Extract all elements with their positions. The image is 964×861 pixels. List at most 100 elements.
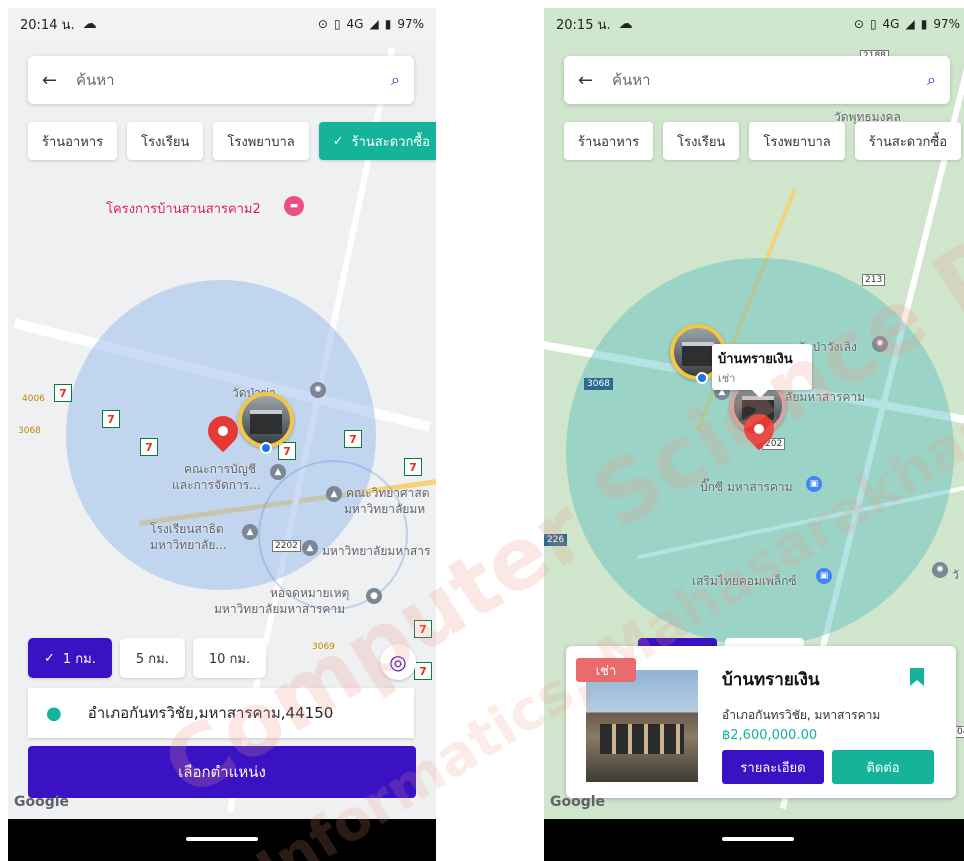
select-location-button[interactable]: เลือกตำแหน่ง [28,746,416,798]
location-icon: ⊙ [317,17,328,31]
phone-screen-left: 20:14 น. ☁ ⊙ ▯ 4G ◢ ▮ 97% โครงการบ้านสวน… [8,8,436,861]
crosshair-icon: ◎ [389,650,407,674]
chip-hospital[interactable]: โรงพยาบาล [749,122,845,160]
my-location-dot [260,442,272,454]
distance-selector: ✓ 1 กม. 5 กม. 10 กม. [28,638,267,678]
convenience-store-icon[interactable]: 7 [140,438,158,456]
temple-icon[interactable]: ✺ [932,562,948,578]
map-label-accounting-2: และการจัดการ... [172,478,261,492]
select-location-label: เลือกตำแหน่ง [178,763,266,781]
address-field[interactable]: ● อำเภอกันทรวิชัย,มหาสารคาม,44150 [28,688,414,738]
chip-school[interactable]: โรงเรียน [663,122,740,160]
status-time: 20:14 น. [20,17,75,33]
check-icon: ✓ [44,650,55,666]
distance-5km-button[interactable]: 5 กม. [119,638,185,678]
bookmark-icon[interactable] [910,668,924,686]
school-icon[interactable]: ▲ [326,486,342,502]
signal-icon: ◢ [905,17,915,31]
search-input[interactable] [76,71,392,89]
map-pin-icon: ● [46,702,62,724]
navigation-bar [8,819,436,861]
hotel-icon[interactable]: ▬ [284,196,304,216]
distance-1km-button[interactable]: ✓ 1 กม. [28,638,112,678]
chip-hospital[interactable]: โรงพยาบาล [213,122,309,160]
address-text: อำเภอกันทรวิชัย,มหาสารคาม,44150 [87,704,334,722]
convenience-store-icon[interactable]: 7 [414,620,432,638]
status-bar: 20:15 น. ☁ ⊙ ▯ 4G ◢ ▮ 97% [544,8,964,40]
chip-label: โรงเรียน [141,134,190,150]
home-indicator[interactable] [186,837,258,841]
search-icon[interactable]: ⌕ [391,70,400,90]
chip-school[interactable]: โรงเรียน [127,122,204,160]
back-arrow-icon[interactable]: ← [578,70,602,91]
convenience-store-icon[interactable]: 7 [404,458,422,476]
property-price: ฿2,600,000.00 [722,728,818,743]
chip-convenience-store[interactable]: ✓ ร้านสะดวกซื้อ [318,122,436,160]
chip-restaurant[interactable]: ร้านอาหาร [28,122,118,160]
battery-icon: ▮ [384,17,392,31]
check-icon: ✓ [332,133,344,149]
map-label-demo-school-2: มหาวิทยาลัย... [150,538,227,552]
battery-level: 97% [397,17,424,31]
temple-icon[interactable]: ✺ [310,382,326,398]
chip-convenience-store[interactable]: ร้านสะดวกซื้อ [854,122,962,160]
tooltip-subtitle: เช่า [718,372,736,385]
school-icon[interactable]: ▲ [302,540,318,556]
my-location-button[interactable]: ◎ [380,644,416,680]
details-button[interactable]: รายละเอียด [722,750,824,784]
distance-label: 10 กม. [208,651,251,667]
phone-screen-right: 20:15 น. ☁ ⊙ ▯ 4G ◢ ▮ 97% วัดพุทธมงคล วั… [544,8,964,861]
temple-icon[interactable]: ✺ [872,336,888,352]
chip-label: ร้านอาหาร [578,134,640,150]
contact-button[interactable]: ติดต่อ [832,750,934,784]
road-number: 3068 [584,378,613,390]
property-card[interactable]: เช่า บ้านทรายเงิน อำเภอกันทรวิชัย, มหาสา… [566,646,956,798]
school-icon[interactable]: ▲ [242,524,258,540]
chip-label: โรงพยาบาล [227,134,295,150]
navigation-bar [544,819,964,861]
distance-10km-button[interactable]: 10 กม. [192,638,267,678]
road-number: 226 [544,534,568,546]
road-number: 213 [862,274,886,286]
map-label-bigc: บิ๊กซี มหาสารคาม [700,480,793,494]
search-bar[interactable]: ← ⌕ [28,56,414,104]
convenience-store-icon[interactable]: 7 [414,662,432,680]
school-icon[interactable]: ▲ [270,464,286,480]
property-photo[interactable] [586,670,698,782]
signal-icon: ◢ [369,17,379,31]
property-marker[interactable] [238,392,294,448]
convenience-store-icon[interactable]: 7 [54,384,72,402]
search-bar[interactable]: ← ⌕ [564,56,950,104]
status-time: 20:15 น. [556,17,611,33]
chip-restaurant[interactable]: ร้านอาหาร [564,122,654,160]
convenience-store-icon[interactable]: 7 [344,430,362,448]
google-logo: Google [550,794,606,810]
home-indicator[interactable] [722,837,794,841]
road-number: 3069 [312,642,335,652]
map-label-archive-2: มหาวิทยาลัยมหาสารคาม [214,602,346,616]
convenience-store-icon[interactable]: 7 [278,442,296,460]
property-tooltip[interactable]: บ้านทรายเงิน เช่า [712,344,812,398]
location-icon: ⊙ [853,17,864,31]
back-arrow-icon[interactable]: ← [42,70,66,91]
distance-label: 5 กม. [135,651,169,667]
search-input[interactable] [612,71,928,89]
search-icon[interactable]: ⌕ [927,70,936,90]
place-icon[interactable]: ● [366,588,382,604]
cloud-icon: ☁ [618,16,633,32]
shopping-icon[interactable]: ▣ [816,568,832,584]
road-number: 4006 [22,394,45,404]
tooltip-title: บ้านทรายเงิน [718,352,793,367]
status-bar: 20:14 น. ☁ ⊙ ▯ 4G ◢ ▮ 97% [8,8,436,40]
property-location: อำเภอกันทรวิชัย, มหาสารคาม [722,708,881,722]
property-title: บ้านทรายเงิน [722,670,820,690]
chip-label: โรงเรียน [677,134,726,150]
battery-icon: ▮ [920,17,928,31]
chip-label: ร้านสะดวกซื้อ [351,134,430,150]
shopping-icon[interactable]: ▣ [806,476,822,492]
map-label-edge: วั [952,568,959,582]
chip-label: โรงพยาบาล [763,134,831,150]
convenience-store-icon[interactable]: 7 [102,410,120,428]
chip-label: ร้านอาหาร [42,134,104,150]
network-label: 4G [882,17,900,31]
